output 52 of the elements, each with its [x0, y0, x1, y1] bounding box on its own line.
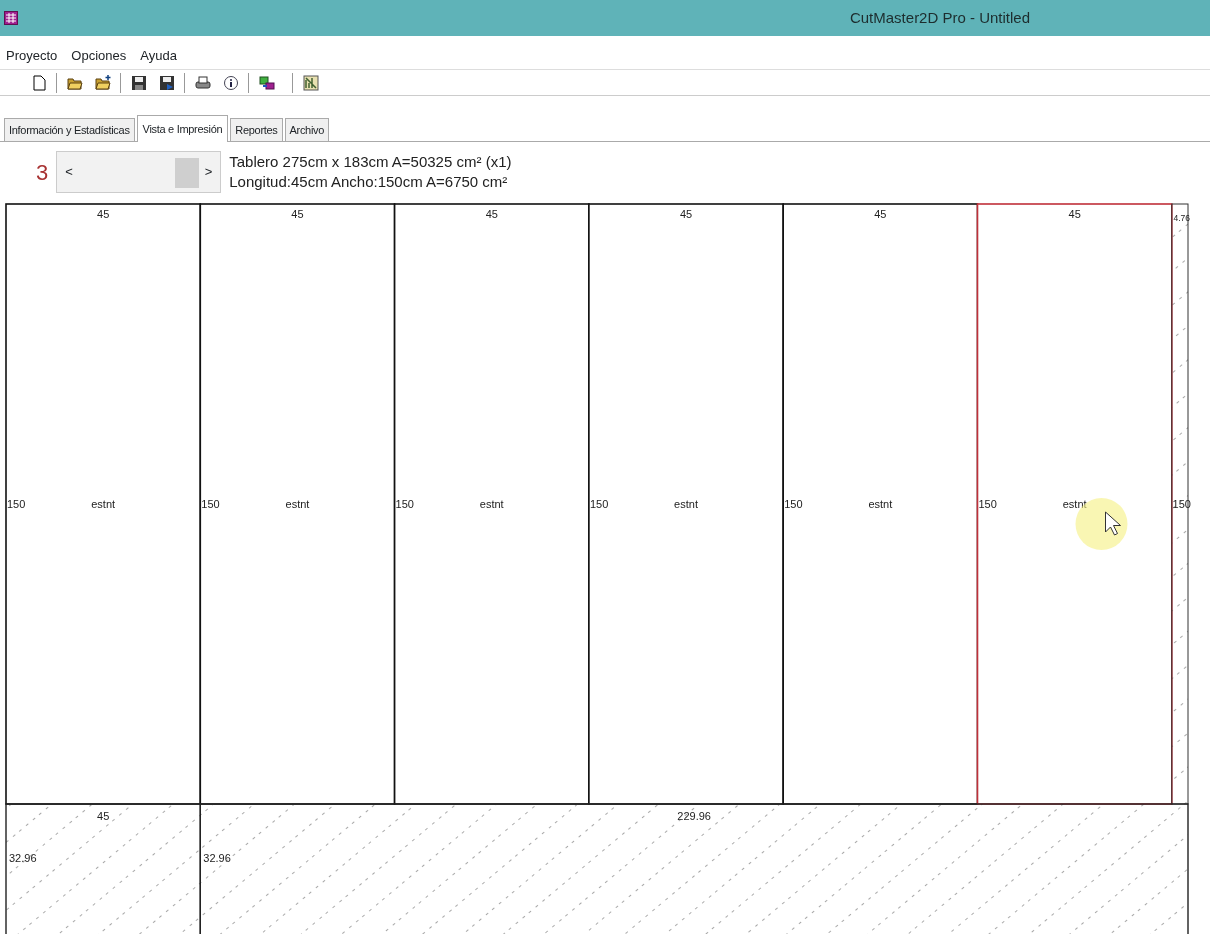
scrollbar-thumb[interactable] [175, 158, 200, 188]
tab[interactable]: Información y Estadísticas [4, 117, 135, 141]
printer-icon[interactable] [195, 74, 211, 91]
piece-label: estnt [868, 498, 893, 510]
chart-icon[interactable] [303, 74, 319, 91]
menu-item[interactable]: Opciones [71, 45, 127, 65]
width-label: 45 [291, 208, 304, 220]
length-label: 150 [784, 498, 803, 510]
window-title: CutMaster2D Pro - Untitled [849, 7, 1030, 28]
length-label: 32.96 [203, 852, 231, 864]
piece-label: estnt [674, 498, 698, 510]
menu-item[interactable]: Proyecto [6, 45, 58, 65]
width-label: 45 [485, 208, 498, 220]
export-icon[interactable] [259, 74, 275, 91]
board-number: 3 [36, 158, 49, 187]
width-label: 45 [97, 208, 110, 220]
info-icon[interactable] [223, 74, 239, 91]
new-document-icon[interactable] [31, 74, 47, 91]
length-label: 150 [7, 498, 26, 510]
menu-item[interactable]: Ayuda [140, 45, 177, 65]
length-label: 150 [589, 498, 609, 510]
piece-label: estnt [285, 498, 310, 510]
tab[interactable]: Archivo [284, 117, 330, 141]
cut-piece[interactable] [588, 203, 784, 805]
piece-label: estnt [479, 498, 504, 510]
cut-piece[interactable] [199, 203, 396, 805]
width-label: 45 [1068, 208, 1081, 220]
cut-piece[interactable] [393, 203, 590, 805]
mouse-cursor-icon [1105, 511, 1121, 536]
info-text: Tablero 275cm x 183cm A=50325 cm² (x1) [229, 152, 512, 172]
tab[interactable]: Reportes [230, 117, 283, 141]
length-label: 150 [201, 498, 220, 510]
info-text: Longitud:45cm Ancho:150cm A=6750 cm² [229, 172, 509, 192]
cut-piece[interactable] [5, 203, 202, 805]
tab[interactable]: Vista e Impresión [136, 114, 229, 142]
length-label: 150 [1172, 498, 1191, 510]
app-icon[interactable] [4, 11, 18, 25]
width-label: 45 [97, 810, 110, 822]
length-label: 150 [395, 498, 414, 510]
width-label: 45 [874, 208, 887, 220]
length-label: 150 [978, 498, 997, 510]
cut-piece[interactable] [782, 203, 979, 805]
piece-label: estnt [91, 498, 116, 510]
board-scrollbar[interactable]: < > [56, 151, 222, 193]
length-label: 32.96 [9, 852, 37, 864]
width-label: 4.76 [1173, 213, 1191, 223]
width-label: 45 [679, 208, 693, 220]
scroll-left-arrow[interactable]: < [65, 162, 73, 182]
width-label: 229.96 [677, 810, 711, 822]
folder-plus-icon[interactable] [95, 74, 111, 91]
piece-label: estnt [1062, 498, 1087, 510]
scroll-right-arrow[interactable]: > [204, 162, 213, 182]
